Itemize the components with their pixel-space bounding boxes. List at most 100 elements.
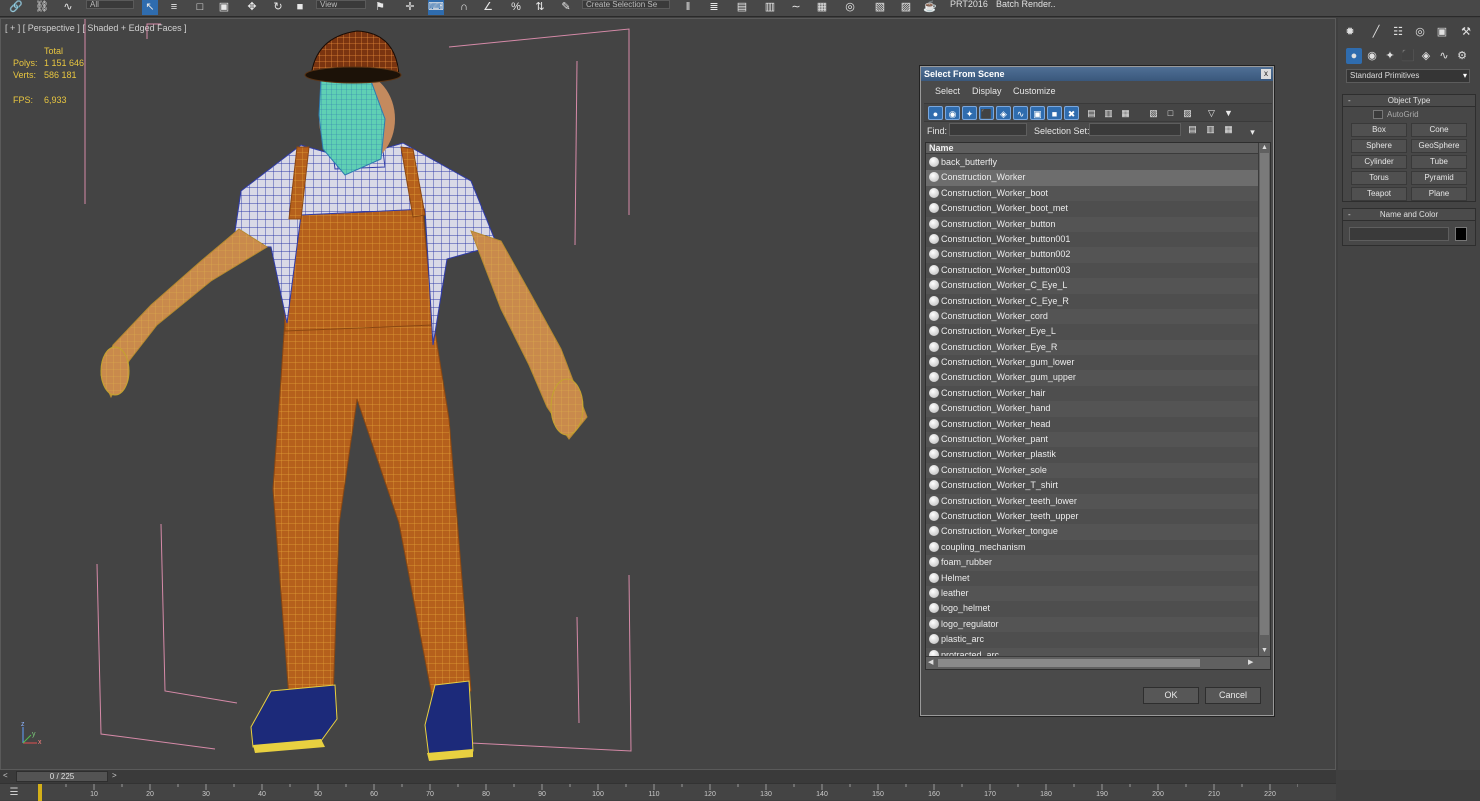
- groups-filter-icon[interactable]: ▣: [1030, 106, 1045, 120]
- list-item[interactable]: Construction_Worker: [926, 170, 1258, 186]
- menu-customize[interactable]: Customize: [1013, 86, 1056, 96]
- list-item[interactable]: leather: [926, 586, 1258, 601]
- list-item[interactable]: Construction_Worker_Eye_R: [926, 340, 1258, 355]
- shapes-icon[interactable]: ◉: [1364, 48, 1380, 64]
- filter-options-icon[interactable]: ▼: [1221, 106, 1236, 120]
- select-manipulate-icon[interactable]: ✛: [402, 0, 418, 15]
- batch-render-button[interactable]: Batch Render..: [996, 0, 1056, 9]
- pyramid-button[interactable]: Pyramid: [1411, 171, 1467, 185]
- list-item[interactable]: Construction_Worker_gum_lower: [926, 355, 1258, 371]
- cameras-icon[interactable]: ⬛: [1400, 48, 1416, 64]
- list-item[interactable]: Construction_Worker_hand: [926, 401, 1258, 416]
- list-item[interactable]: Construction_Worker_button002: [926, 247, 1258, 262]
- lights-icon[interactable]: ✦: [1382, 48, 1398, 64]
- select-icon[interactable]: ↖: [142, 0, 158, 15]
- mirror-icon[interactable]: ‖: [680, 0, 696, 15]
- spinner-snap-icon[interactable]: ⇅: [532, 0, 548, 15]
- list-item[interactable]: Construction_Worker_teeth_upper: [926, 508, 1258, 525]
- list-item[interactable]: Construction_Worker_hair: [926, 385, 1258, 402]
- rotate-icon[interactable]: ↻: [270, 0, 286, 15]
- selection-filter-dropdown[interactable]: All: [86, 0, 134, 9]
- filter-icon[interactable]: ▽: [1204, 106, 1219, 120]
- list-item[interactable]: plastic_arc: [926, 632, 1258, 648]
- subcategory-dropdown[interactable]: Standard Primitives ▾: [1346, 69, 1470, 83]
- list-item[interactable]: Construction_Worker_plastik: [926, 447, 1258, 463]
- render-setup-icon[interactable]: ▧: [872, 0, 888, 15]
- tube-button[interactable]: Tube: [1411, 155, 1467, 169]
- time-slider[interactable]: 0 / 225 < >: [0, 770, 1336, 783]
- torus-button[interactable]: Torus: [1351, 171, 1407, 185]
- create-selection-set-icon[interactable]: ▤: [1185, 122, 1200, 136]
- xrefs-filter-icon[interactable]: ■: [1047, 106, 1062, 120]
- time-next-button[interactable]: >: [112, 771, 117, 780]
- list-item[interactable]: Construction_Worker_gum_upper: [926, 370, 1258, 385]
- select-all-icon[interactable]: ▧: [1146, 106, 1161, 120]
- object-color-swatch[interactable]: [1455, 227, 1467, 241]
- dialog-title[interactable]: Select From Scene: [921, 67, 1273, 81]
- vertical-scroll-thumb[interactable]: [1260, 153, 1269, 635]
- material-editor-icon[interactable]: ◎: [842, 0, 858, 15]
- frozen-filter-icon[interactable]: ▥: [1101, 106, 1116, 120]
- helpers-filter-icon[interactable]: ◈: [996, 106, 1011, 120]
- list-item[interactable]: Helmet: [926, 570, 1258, 586]
- space-warps-filter-icon[interactable]: ∿: [1013, 106, 1028, 120]
- containers-filter-icon[interactable]: ▤: [1084, 106, 1099, 120]
- hidden-filter-icon[interactable]: ▦: [1118, 106, 1133, 120]
- render-icon[interactable]: ☕: [922, 0, 938, 15]
- scene-object-list[interactable]: Name back_butterfly Construction_Worker Co…: [925, 142, 1271, 670]
- align-icon[interactable]: ≣: [706, 0, 722, 15]
- autogrid-checkbox[interactable]: [1373, 110, 1383, 119]
- box-button[interactable]: Box: [1351, 123, 1407, 137]
- list-item[interactable]: logo_regulator: [926, 617, 1258, 632]
- list-item[interactable]: logo_helmet: [926, 601, 1258, 617]
- list-item[interactable]: protracted_arc: [926, 648, 1258, 656]
- utilities-icon[interactable]: ⚒: [1458, 24, 1474, 40]
- menu-select[interactable]: Select: [935, 86, 960, 96]
- list-item[interactable]: foam_rubber: [926, 555, 1258, 570]
- time-prev-button[interactable]: <: [3, 771, 8, 780]
- reference-coord-dropdown[interactable]: View: [316, 0, 366, 9]
- percent-snap-icon[interactable]: %: [508, 0, 524, 15]
- bones-filter-icon[interactable]: ✖: [1064, 106, 1079, 120]
- graphite-icon[interactable]: ▥: [762, 0, 778, 15]
- list-item[interactable]: Construction_Worker_pant: [926, 432, 1258, 447]
- hierarchy-icon[interactable]: ☷: [1390, 24, 1406, 40]
- scroll-up-icon[interactable]: ▲: [1260, 143, 1269, 152]
- scroll-down-icon[interactable]: ▼: [1260, 646, 1269, 655]
- pivot-icon[interactable]: ⚑: [372, 0, 388, 15]
- mini-curve-editor-icon[interactable]: ☰: [6, 786, 22, 799]
- edit-named-sel-icon[interactable]: ✎: [558, 0, 574, 15]
- list-item[interactable]: Construction_Worker_button001: [926, 231, 1258, 248]
- list-item[interactable]: Construction_Worker_C_Eye_R: [926, 293, 1258, 309]
- geosphere-button[interactable]: GeoSphere: [1411, 139, 1467, 153]
- cameras-filter-icon[interactable]: ⬛: [979, 106, 994, 120]
- rect-region-icon[interactable]: □: [192, 0, 208, 15]
- scroll-left-icon[interactable]: ◀: [928, 658, 933, 666]
- select-invert-icon[interactable]: ▨: [1180, 106, 1195, 120]
- close-button[interactable]: x: [1261, 69, 1271, 79]
- object-type-header[interactable]: - Object Type: [1343, 95, 1475, 107]
- move-icon[interactable]: ✥: [244, 0, 260, 15]
- list-item[interactable]: Construction_Worker_head: [926, 416, 1258, 433]
- geometry-filter-icon[interactable]: ●: [928, 106, 943, 120]
- bind-space-warp-icon[interactable]: ∿: [60, 0, 76, 15]
- scale-icon[interactable]: ■: [292, 0, 308, 15]
- link-icon[interactable]: 🔗: [8, 0, 24, 15]
- list-item[interactable]: Construction_Worker_cord: [926, 309, 1258, 324]
- snap-icon[interactable]: ∩: [456, 0, 472, 15]
- schematic-icon[interactable]: ▦: [814, 0, 830, 15]
- list-item[interactable]: Construction_Worker_button: [926, 217, 1258, 232]
- plane-button[interactable]: Plane: [1411, 187, 1467, 201]
- list-item[interactable]: Construction_Worker_sole: [926, 463, 1258, 478]
- render-frame-icon[interactable]: ▨: [898, 0, 914, 15]
- menu-display[interactable]: Display: [972, 86, 1002, 96]
- list-item[interactable]: Construction_Worker_button003: [926, 262, 1258, 279]
- list-item[interactable]: Construction_Worker_T_shirt: [926, 478, 1258, 494]
- list-item[interactable]: Construction_Worker_Eye_L: [926, 324, 1258, 340]
- options-dropdown-icon[interactable]: ▾: [1245, 125, 1260, 139]
- track-bar[interactable]: ☰ 10 20 30 40 50 60 70 80 90 100 110 120 130 140 150 16…: [0, 783, 1336, 801]
- time-slider-thumb[interactable]: 0 / 225: [16, 771, 108, 782]
- shapes-filter-icon[interactable]: ◉: [945, 106, 960, 120]
- add-to-set-icon[interactable]: ▥: [1203, 122, 1218, 136]
- angle-snap-icon[interactable]: ∠: [480, 0, 496, 15]
